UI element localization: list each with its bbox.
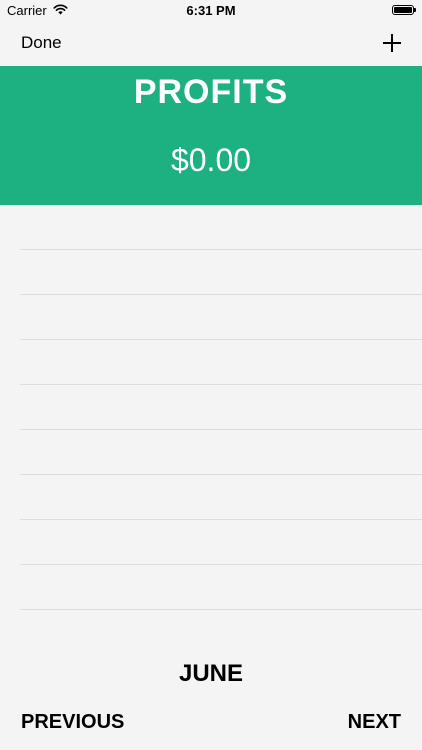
previous-button[interactable]: PREVIOUS — [21, 711, 124, 734]
list-row[interactable] — [20, 250, 422, 295]
done-button[interactable]: Done — [21, 33, 62, 53]
profit-amount: $0.00 — [170, 142, 252, 178]
profits-banner: PROFITS $0.00 — [0, 66, 422, 205]
nav-bar: Done — [0, 22, 422, 66]
battery-nub — [414, 8, 416, 12]
list-row[interactable] — [20, 340, 422, 385]
list-row[interactable] — [20, 385, 422, 430]
list-row[interactable] — [20, 520, 422, 565]
list-row[interactable] — [20, 205, 422, 250]
status-bar: Carrier 6:31 PM — [0, 0, 422, 22]
battery-fill — [394, 7, 412, 13]
next-button[interactable]: NEXT — [348, 711, 401, 734]
status-time: 6:31 PM — [186, 3, 236, 18]
month-label: JUNE — [178, 660, 244, 687]
banner-title: PROFITS — [133, 73, 289, 111]
battery-icon — [392, 5, 416, 15]
list-row[interactable] — [20, 295, 422, 340]
plus-icon[interactable] — [382, 33, 402, 53]
list-row[interactable] — [20, 565, 422, 610]
list-row[interactable] — [20, 475, 422, 520]
transactions-list — [0, 205, 422, 610]
list-row[interactable] — [20, 430, 422, 475]
